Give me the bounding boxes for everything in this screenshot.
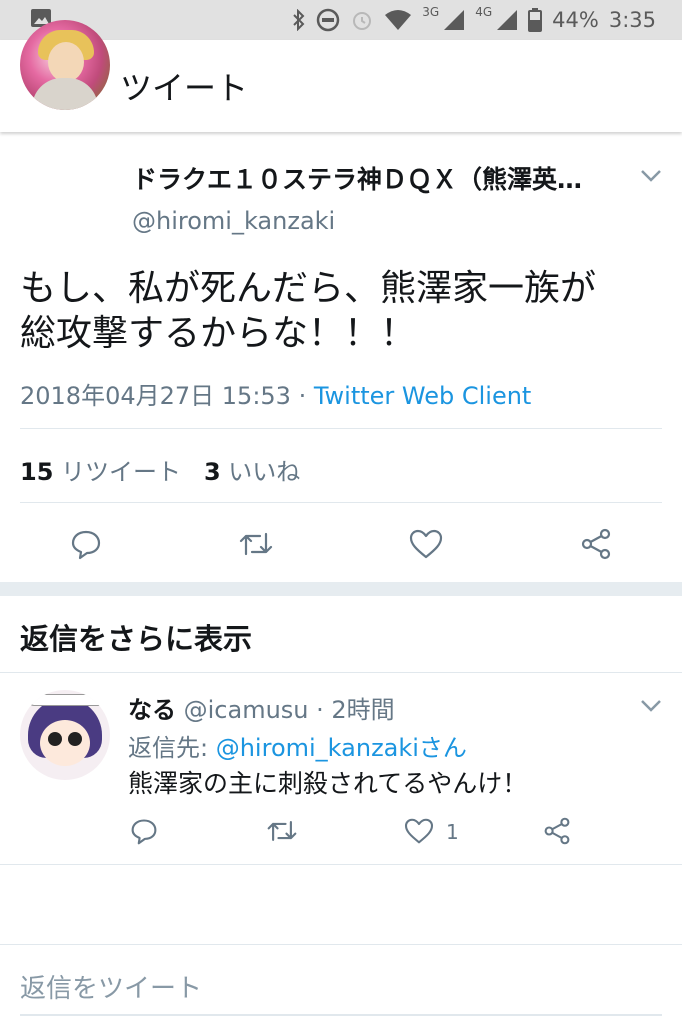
reply-header: なる @icamusu · 2時間 — [128, 690, 395, 725]
like-stat[interactable]: 3 いいね — [204, 458, 300, 486]
user-handle[interactable]: @hiromi_kanzaki — [132, 207, 335, 235]
heart-icon — [404, 818, 434, 844]
clock: 3:35 — [608, 8, 656, 32]
page-title: ツイート — [120, 69, 249, 107]
reply-to: 返信先: @hiromi_kanzakiさん — [128, 734, 467, 762]
heart-icon — [409, 529, 443, 559]
chevron-down-icon[interactable] — [640, 168, 662, 187]
battery-icon — [528, 8, 543, 32]
avatar[interactable] — [20, 20, 110, 110]
retweet-icon — [239, 532, 273, 556]
status-bar: 3G 4G 44% 3:35 — [0, 0, 682, 40]
do-not-disturb-icon — [316, 8, 340, 32]
divider — [0, 944, 682, 945]
tweet-meta: 2018年04月27日 15:53 · Twitter Web Client — [20, 376, 531, 411]
tweet-text-line: 総攻撃するからな！！！ — [20, 313, 417, 354]
alarm-icon — [350, 8, 374, 32]
network-type-1: 3G — [422, 5, 440, 19]
section-separator — [0, 582, 682, 596]
network-type-2: 4G — [475, 5, 493, 19]
retweet-button[interactable] — [264, 816, 300, 846]
signal-icon — [496, 9, 518, 31]
retweet-button[interactable] — [236, 526, 276, 562]
client-link[interactable]: Twitter Web Client — [314, 382, 532, 410]
like-button[interactable] — [406, 526, 446, 562]
share-button[interactable] — [576, 526, 616, 562]
section-heading: 返信をさらに表示 — [20, 622, 253, 656]
reply-compose-input[interactable]: 返信をツイート — [20, 968, 202, 1005]
reply-button[interactable] — [66, 526, 106, 562]
reply-text: 熊澤家の主に刺殺されてるやんけ！ — [128, 769, 528, 798]
share-icon — [544, 817, 570, 845]
tweet-stats: 15 リツイート 3 いいね — [20, 452, 300, 487]
timestamp: 2018年04月27日 15:53 · — [20, 382, 314, 410]
like-count: 1 — [446, 820, 459, 844]
retweet-icon — [267, 821, 297, 841]
divider — [20, 428, 662, 429]
tweet-text: もし、私が死んだら、熊澤家一族が 総攻撃するからな！！！ — [20, 266, 660, 356]
divider — [0, 864, 682, 865]
divider — [0, 672, 682, 673]
share-button[interactable] — [540, 816, 574, 846]
share-icon — [581, 528, 611, 560]
signal-icon — [443, 9, 465, 31]
retweet-stat[interactable]: 15 リツイート — [20, 458, 181, 486]
wifi-icon — [384, 9, 412, 31]
reply-icon — [131, 819, 157, 845]
avatar[interactable] — [20, 690, 110, 780]
reply-icon — [71, 530, 101, 560]
bluetooth-icon — [292, 9, 306, 31]
reply-button[interactable] — [128, 816, 160, 846]
reply-handle-time: @icamusu · 2時間 — [183, 696, 395, 724]
reply-display-name[interactable]: なる — [128, 696, 176, 724]
divider — [20, 502, 662, 503]
tweet-text-line: もし、私が死んだら、熊澤家一族が — [20, 268, 597, 309]
display-name[interactable]: ドラクエ１０ステラ神ＤＱＸ（熊澤英… — [132, 160, 612, 196]
reply-to-link[interactable]: @hiromi_kanzakiさん — [216, 734, 467, 762]
battery-percent: 44% — [552, 8, 599, 32]
chevron-down-icon[interactable] — [640, 698, 662, 717]
compose-underline — [20, 1014, 662, 1016]
like-button[interactable] — [402, 816, 436, 846]
